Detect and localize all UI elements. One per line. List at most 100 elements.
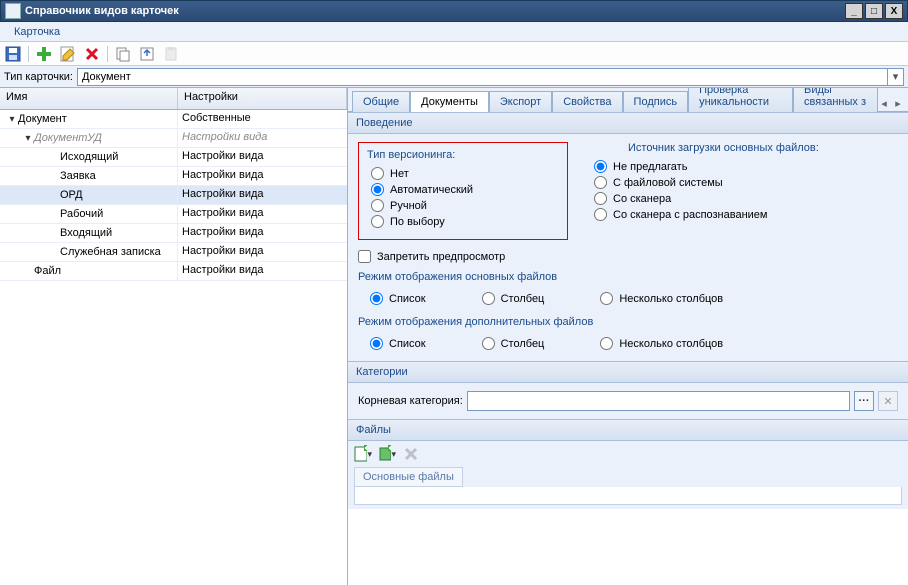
tree-col-name[interactable]: Имя bbox=[0, 88, 178, 109]
tree-item-name: ДокументУД bbox=[34, 132, 102, 144]
root-category-browse-button[interactable]: ··· bbox=[854, 391, 874, 411]
tree-item-name: Входящий bbox=[60, 227, 112, 239]
radio-label: Автоматический bbox=[390, 184, 473, 196]
file-delete-icon[interactable] bbox=[402, 445, 420, 463]
paste-icon[interactable] bbox=[162, 45, 180, 63]
tab-content: Поведение Тип версионинга: Нет Автоматич… bbox=[348, 112, 908, 585]
extra-mode-multi[interactable]: Несколько столбцов bbox=[600, 337, 723, 350]
radio-label: Со сканера с распознаванием bbox=[613, 209, 768, 221]
radio-label: С файловой системы bbox=[613, 177, 723, 189]
tree-item-settings: Настройки вида bbox=[178, 148, 347, 166]
tree-item-name: Заявка bbox=[60, 170, 96, 182]
save-icon[interactable] bbox=[4, 45, 22, 63]
tree-header: Имя Настройки bbox=[0, 88, 347, 110]
radio-label: Столбец bbox=[501, 293, 545, 305]
root-category-field[interactable] bbox=[467, 391, 850, 411]
source-scanner[interactable]: Со сканера bbox=[594, 192, 898, 205]
extra-files-mode-label: Режим отображения дополнительных файлов bbox=[358, 316, 898, 328]
file-add-icon[interactable]: ▾ bbox=[354, 445, 372, 463]
main-mode-multi[interactable]: Несколько столбцов bbox=[600, 292, 723, 305]
tree-row[interactable]: Исходящий Настройки вида bbox=[0, 148, 347, 167]
card-type-combo[interactable]: Документ ▾ bbox=[77, 68, 904, 86]
tree-item-name: Файл bbox=[34, 265, 61, 277]
main-mode-column[interactable]: Столбец bbox=[482, 292, 545, 305]
tab-0[interactable]: Общие bbox=[352, 91, 410, 112]
radio-label: Со сканера bbox=[613, 193, 671, 205]
tree-row[interactable]: ▾ДокументУД Настройки вида bbox=[0, 129, 347, 148]
versioning-manual[interactable]: Ручной bbox=[371, 199, 561, 212]
edit-icon[interactable] bbox=[59, 45, 77, 63]
card-type-label: Тип карточки: bbox=[4, 71, 73, 83]
radio-label: Не предлагать bbox=[613, 161, 687, 173]
tree-row[interactable]: ЗаявкаНастройки вида bbox=[0, 167, 347, 186]
source-scanner-ocr[interactable]: Со сканера с распознаванием bbox=[594, 208, 898, 221]
chevron-down-icon[interactable]: ▾ bbox=[887, 69, 903, 85]
tab-1[interactable]: Документы bbox=[410, 91, 489, 112]
minimize-button[interactable]: _ bbox=[845, 3, 863, 19]
versioning-choice[interactable]: По выбору bbox=[371, 215, 561, 228]
radio-label: Список bbox=[389, 293, 426, 305]
files-body: ▾ ▾ Основные файлы bbox=[348, 441, 908, 509]
tree-item-name: Рабочий bbox=[60, 208, 103, 220]
behavior-body: Тип версионинга: Нет Автоматический Ручн… bbox=[348, 134, 908, 361]
tree-row[interactable]: Рабочий Настройки вида bbox=[0, 205, 347, 224]
toolbar-sep bbox=[107, 46, 108, 62]
files-toolbar: ▾ ▾ bbox=[354, 445, 902, 463]
tree-item-name: ОРД bbox=[60, 189, 83, 201]
tab-3[interactable]: Свойства bbox=[552, 91, 622, 112]
files-header: Файлы bbox=[348, 419, 908, 441]
radio-label: Несколько столбцов bbox=[619, 338, 723, 350]
menu-card[interactable]: Карточка bbox=[8, 24, 66, 40]
tab-6[interactable]: Виды связанных з bbox=[793, 88, 878, 112]
versioning-auto[interactable]: Автоматический bbox=[371, 183, 561, 196]
categories-header: Категории bbox=[348, 361, 908, 383]
tab-scroll-right-icon[interactable]: ▸ bbox=[892, 95, 904, 111]
tree-row[interactable]: ▾ДокументСобственные bbox=[0, 110, 347, 129]
categories-body: Корневая категория: ··· ✕ bbox=[348, 383, 908, 419]
add-icon[interactable] bbox=[35, 45, 53, 63]
app-icon bbox=[5, 3, 21, 19]
delete-icon[interactable] bbox=[83, 45, 101, 63]
tab-5[interactable]: Проверка уникальности bbox=[688, 88, 793, 112]
forbid-preview-checkbox[interactable]: Запретить предпросмотр bbox=[358, 250, 898, 263]
tree-row[interactable]: ФайлНастройки вида bbox=[0, 262, 347, 281]
tree-item-settings: Настройки вида bbox=[178, 205, 347, 223]
tree-twisty-icon[interactable]: ▾ bbox=[6, 114, 18, 125]
radio-label: Ручной bbox=[390, 200, 427, 212]
root-category-clear-button[interactable]: ✕ bbox=[878, 391, 898, 411]
versioning-label: Тип версионинга: bbox=[365, 149, 561, 161]
source-noprompt[interactable]: Не предлагать bbox=[594, 160, 898, 173]
tab-2[interactable]: Экспорт bbox=[489, 91, 552, 112]
tree-row[interactable]: Входящий Настройки вида bbox=[0, 224, 347, 243]
tree-item-settings: Настройки вида bbox=[178, 224, 347, 242]
window-title: Справочник видов карточек bbox=[25, 5, 843, 17]
source-fs[interactable]: С файловой системы bbox=[594, 176, 898, 189]
tree-row[interactable]: ОРДНастройки вида bbox=[0, 186, 347, 205]
toolbar bbox=[0, 42, 908, 66]
tab-scroll-left-icon[interactable]: ◂ bbox=[878, 95, 890, 111]
tree-col-settings[interactable]: Настройки bbox=[178, 88, 347, 109]
radio-label: Столбец bbox=[501, 338, 545, 350]
main-mode-list[interactable]: Список bbox=[370, 292, 426, 305]
extra-mode-list[interactable]: Список bbox=[370, 337, 426, 350]
tree-row[interactable]: Служебная запискаНастройки вида bbox=[0, 243, 347, 262]
source-label: Источник загрузки основных файлов: bbox=[588, 142, 898, 154]
tree-item-settings: Настройки вида bbox=[178, 243, 347, 261]
files-main-tab[interactable]: Основные файлы bbox=[354, 467, 463, 487]
tab-4[interactable]: Подпись bbox=[623, 91, 689, 112]
toolbar-sep bbox=[28, 46, 29, 62]
copy-icon[interactable] bbox=[114, 45, 132, 63]
tree-panel: Имя Настройки ▾ДокументСобственные▾Докум… bbox=[0, 88, 348, 585]
tree-item-settings: Настройки вида bbox=[178, 129, 347, 147]
export-icon[interactable] bbox=[138, 45, 156, 63]
titlebar: Справочник видов карточек _ □ X bbox=[0, 0, 908, 22]
versioning-none[interactable]: Нет bbox=[371, 167, 561, 180]
tree-twisty-icon[interactable]: ▾ bbox=[22, 133, 34, 144]
checkbox-label: Запретить предпросмотр bbox=[377, 251, 505, 263]
extra-mode-column[interactable]: Столбец bbox=[482, 337, 545, 350]
maximize-button[interactable]: □ bbox=[865, 3, 883, 19]
close-button[interactable]: X bbox=[885, 3, 903, 19]
tree-item-name: Исходящий bbox=[60, 151, 118, 163]
file-add-alt-icon[interactable]: ▾ bbox=[378, 445, 396, 463]
tree-item-settings: Собственные bbox=[178, 110, 347, 128]
